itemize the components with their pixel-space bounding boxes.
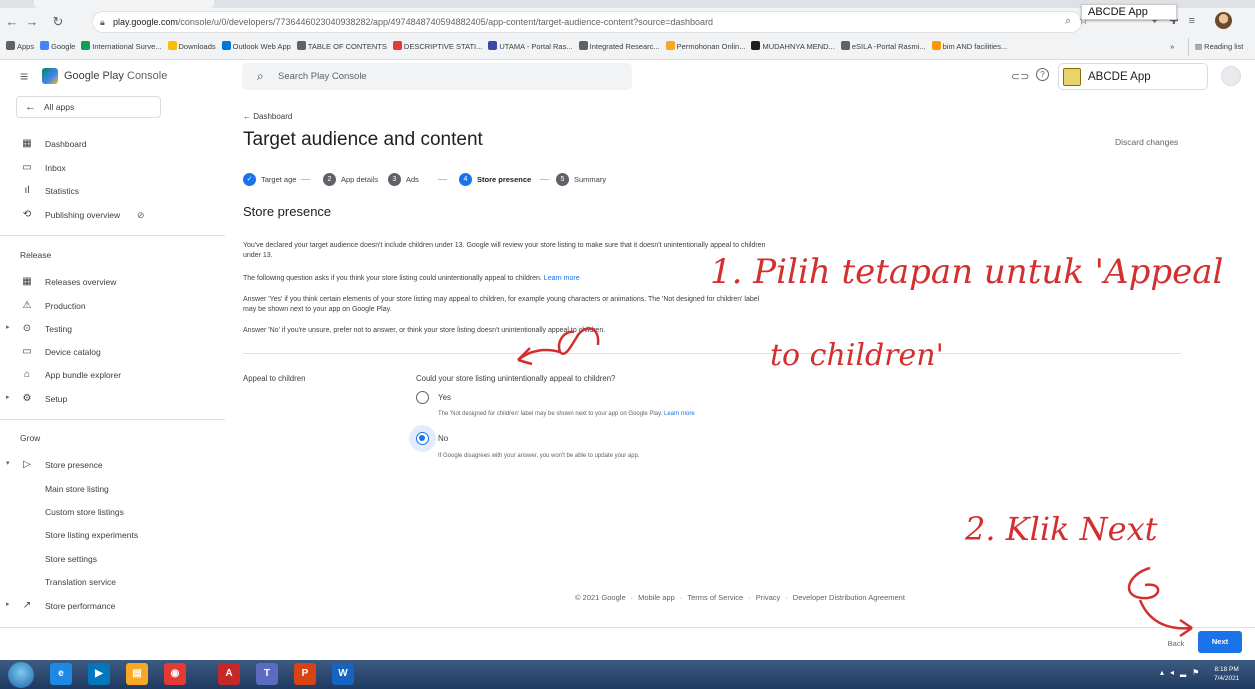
arrow-to-next bbox=[1127, 566, 1193, 630]
arrow-to-question bbox=[517, 327, 600, 361]
annotation-arrows bbox=[517, 327, 1193, 638]
